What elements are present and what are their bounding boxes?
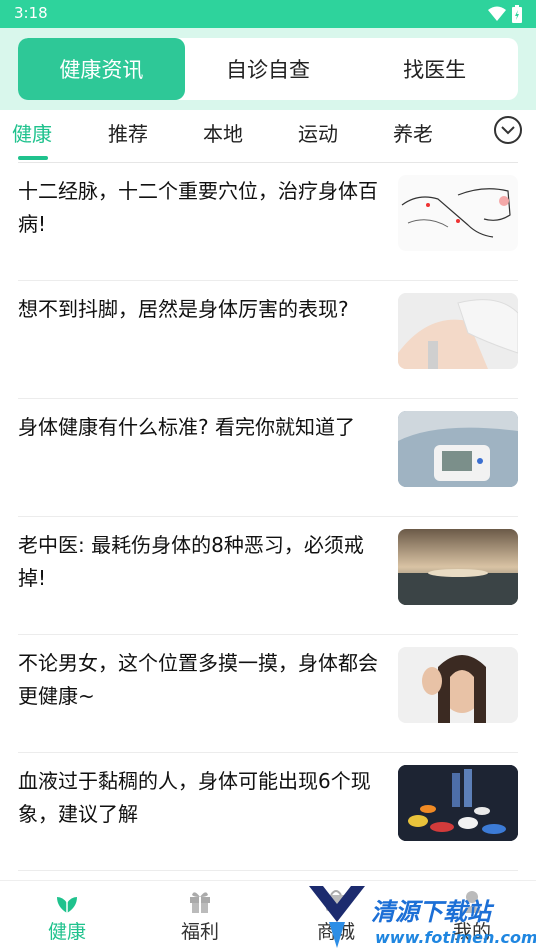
segment-control: 健康资讯 自诊自查 找医生: [18, 38, 518, 100]
segment-find-doctor[interactable]: 找医生: [351, 38, 518, 100]
category-tabs: 健康 推荐 本地 运动 养老: [0, 110, 536, 162]
news-list: 十二经脉，十二个重要穴位，治疗身体百病! 想不到抖脚，居然是身体厉害的表现? 身: [0, 163, 536, 871]
nav-health[interactable]: 健康: [27, 887, 107, 944]
nav-label: 健康: [47, 921, 86, 943]
tab-recommend[interactable]: 推荐: [108, 118, 148, 147]
news-title: 想不到抖脚，居然是身体厉害的表现?: [18, 297, 349, 321]
tab-local[interactable]: 本地: [203, 118, 243, 147]
nav-welfare[interactable]: 福利: [160, 887, 240, 944]
news-item[interactable]: 身体健康有什么标准? 看完你就知道了: [18, 399, 518, 517]
news-thumbnail: [398, 529, 518, 605]
news-thumbnail: [398, 293, 518, 369]
news-item[interactable]: 想不到抖脚，居然是身体厉害的表现?: [18, 281, 518, 399]
news-title: 老中医: 最耗伤身体的8种恶习，必须戒掉!: [18, 533, 364, 590]
news-item[interactable]: 老中医: 最耗伤身体的8种恶习，必须戒掉!: [18, 517, 518, 635]
tab-sports[interactable]: 运动: [298, 118, 338, 147]
watermark: 清源下载站 www.fotimen.com: [305, 880, 536, 952]
news-thumbnail: [398, 647, 518, 723]
leaf-icon: [57, 897, 77, 913]
news-thumbnail: [398, 175, 518, 251]
chevron-down-icon: [501, 126, 515, 135]
active-tab-indicator: [18, 156, 48, 160]
news-title: 不论男女，这个位置多摸一摸，身体都会更健康~: [18, 651, 378, 708]
status-time: 3:18: [14, 4, 48, 22]
watermark-text: 清源下载站: [371, 898, 491, 926]
news-title: 十二经脉，十二个重要穴位，治疗身体百病!: [18, 179, 378, 236]
wifi-icon: [488, 6, 506, 21]
more-categories-button[interactable]: [494, 116, 522, 144]
segment-health-news[interactable]: 健康资讯: [18, 38, 185, 100]
tab-health[interactable]: 健康: [12, 118, 52, 147]
news-item[interactable]: 血液过于黏稠的人，身体可能出现6个现象，建议了解: [18, 753, 518, 871]
battery-icon: [512, 5, 522, 23]
nav-label: 福利: [180, 921, 219, 943]
segment-self-diagnosis[interactable]: 自诊自查: [185, 38, 352, 100]
news-thumbnail: [398, 411, 518, 487]
news-title: 身体健康有什么标准? 看完你就知道了: [18, 415, 355, 439]
watermark-url: www.fotimen.com: [375, 928, 536, 947]
news-item[interactable]: 十二经脉，十二个重要穴位，治疗身体百病!: [18, 163, 518, 281]
watermark-logo-icon: [309, 886, 365, 948]
status-icons: [488, 5, 522, 23]
news-title: 血液过于黏稠的人，身体可能出现6个现象，建议了解: [18, 769, 371, 826]
tab-elderly-care[interactable]: 养老: [393, 118, 433, 147]
news-thumbnail: [398, 765, 518, 841]
gift-icon: [190, 892, 210, 913]
news-item[interactable]: 不论男女，这个位置多摸一摸，身体都会更健康~: [18, 635, 518, 753]
status-bar: 3:18: [0, 0, 536, 28]
